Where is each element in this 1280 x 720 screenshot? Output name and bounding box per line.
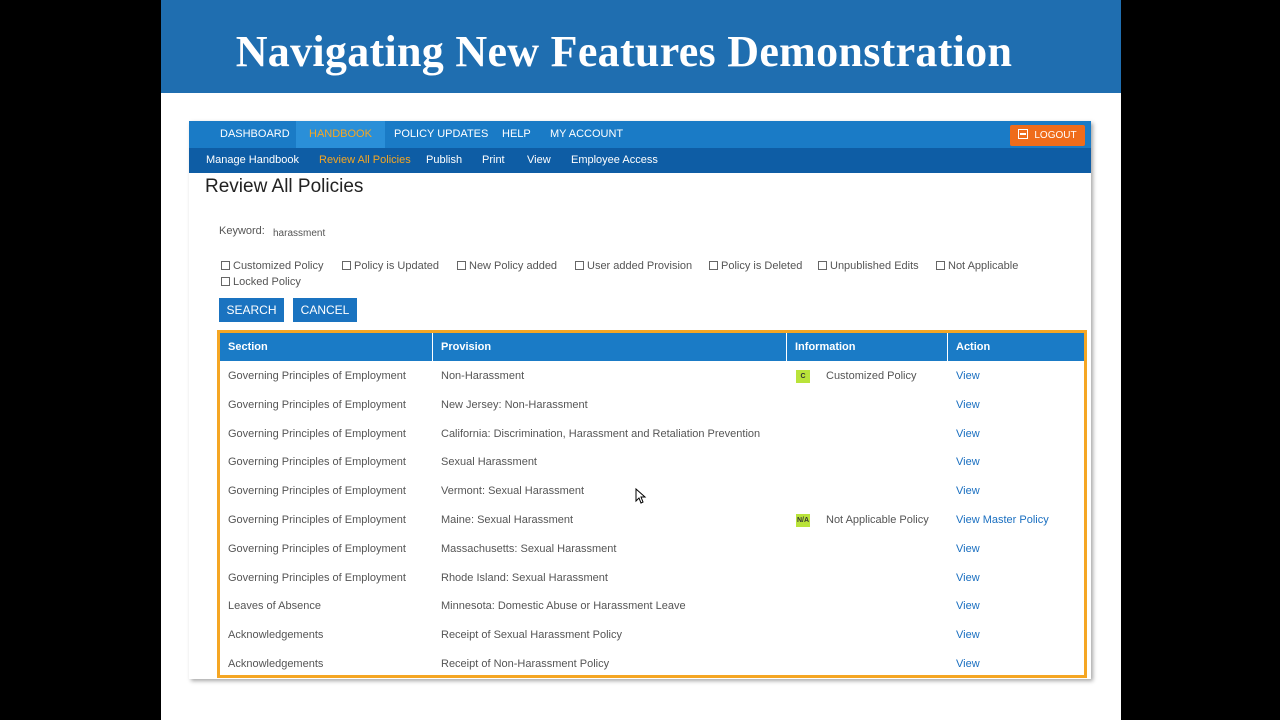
checkbox[interactable] — [709, 261, 718, 270]
table-row: Acknowledgements Receipt of Non-Harassmen… — [220, 650, 1084, 679]
table-row: Governing Principles of Employment Rhode … — [220, 564, 1084, 593]
cell-information: C Customized Policy — [796, 362, 916, 391]
cell-provision: Minnesota: Domestic Abuse or Harassment … — [441, 600, 686, 613]
cell-section: Governing Principles of Employment — [228, 571, 406, 584]
view-master-policy-link[interactable]: View Master Policy — [956, 506, 1049, 535]
checkbox[interactable] — [221, 261, 230, 270]
checkbox[interactable] — [221, 277, 230, 286]
mouse-cursor-icon — [635, 487, 647, 504]
logout-button[interactable]: LOGOUT — [1010, 125, 1085, 146]
cell-provision: Receipt of Sexual Harassment Policy — [441, 629, 622, 642]
table-row: Acknowledgements Receipt of Sexual Harass… — [220, 621, 1084, 650]
table-row: Leaves of Absence Minnesota: Domestic Abu… — [220, 592, 1084, 621]
cell-section: Governing Principles of Employment — [228, 427, 406, 440]
keyword-input[interactable] — [273, 225, 453, 242]
cell-provision: Rhode Island: Sexual Harassment — [441, 571, 608, 584]
checkbox[interactable] — [457, 261, 466, 270]
results-table: Section Provision Information Action Gov… — [217, 330, 1087, 678]
view-link[interactable]: View — [956, 391, 980, 420]
information-text: Not Applicable Policy — [826, 514, 929, 526]
app-window: DASHBOARD HANDBOOK POLICY UPDATES HELP M… — [189, 121, 1091, 679]
column-header-information[interactable]: Information — [787, 333, 948, 361]
table-header: Section Provision Information Action — [220, 333, 1084, 361]
filter-policy-updated[interactable]: Policy is Updated — [342, 260, 439, 272]
table-row: Governing Principles of Employment Massac… — [220, 535, 1084, 564]
filter-new-policy-added[interactable]: New Policy added — [457, 260, 557, 272]
nav-handbook[interactable]: HANDBOOK — [296, 121, 385, 148]
table-row: Governing Principles of Employment Vermon… — [220, 477, 1084, 506]
filter-user-added-provision[interactable]: User added Provision — [575, 260, 692, 272]
view-link[interactable]: View — [956, 535, 980, 564]
view-link[interactable]: View — [956, 420, 980, 449]
filter-customized-policy[interactable]: Customized Policy — [221, 260, 323, 272]
table-row: Governing Principles of Employment Sexual… — [220, 448, 1084, 477]
table-row: Governing Principles of Employment New Je… — [220, 391, 1084, 420]
view-link[interactable]: View — [956, 564, 980, 593]
subnav-review-all-policies[interactable]: Review All Policies — [319, 148, 411, 173]
cell-section: Governing Principles of Employment — [228, 542, 406, 555]
slide: Navigating New Features Demonstration DA… — [161, 0, 1121, 720]
cell-section: Acknowledgements — [228, 629, 324, 642]
subnav-print[interactable]: Print — [482, 148, 505, 173]
cell-section: Leaves of Absence — [228, 600, 321, 613]
cell-section: Governing Principles of Employment — [228, 370, 406, 382]
search-button[interactable]: SEARCH — [219, 298, 284, 322]
cell-provision: California: Discrimination, Harassment a… — [441, 427, 761, 440]
subnav-manage-handbook[interactable]: Manage Handbook — [206, 148, 299, 173]
filter-policy-deleted[interactable]: Policy is Deleted — [709, 260, 802, 272]
column-header-action[interactable]: Action — [948, 333, 1084, 361]
page-title: Review All Policies — [205, 176, 364, 197]
cell-provision: Non-Harassment — [441, 370, 525, 382]
column-header-provision[interactable]: Provision — [433, 333, 787, 361]
cell-provision: New Jersey: Non-Harassment — [441, 398, 588, 411]
cell-provision: Massachusetts: Sexual Harassment — [441, 542, 617, 555]
cell-section: Governing Principles of Employment — [228, 485, 406, 498]
subnav-publish[interactable]: Publish — [426, 148, 462, 173]
view-link[interactable]: View — [956, 477, 980, 506]
logout-label: LOGOUT — [1034, 130, 1077, 141]
cell-provision: Sexual Harassment — [441, 456, 537, 469]
nav-dashboard[interactable]: DASHBOARD — [207, 121, 303, 148]
slide-title: Navigating New Features Demonstration — [235, 27, 1013, 76]
customized-badge: C — [796, 369, 810, 383]
checkbox[interactable] — [575, 261, 584, 270]
cell-section: Acknowledgements — [228, 658, 324, 670]
cell-provision: Vermont: Sexual Harassment — [441, 485, 585, 498]
checkbox[interactable] — [818, 261, 827, 270]
view-link[interactable]: View — [956, 592, 980, 621]
table-row: Governing Principles of Employment Califo… — [220, 420, 1084, 449]
cell-information: N/A Not Applicable Policy — [796, 506, 929, 535]
cancel-button[interactable]: CANCEL — [293, 298, 357, 322]
view-link[interactable]: View — [956, 621, 980, 650]
top-nav: DASHBOARD HANDBOOK POLICY UPDATES HELP M… — [189, 121, 1091, 148]
information-text: Customized Policy — [826, 370, 917, 382]
subnav-view[interactable]: View — [527, 148, 551, 173]
nav-help[interactable]: HELP — [489, 121, 544, 148]
cell-section: Governing Principles of Employment — [228, 514, 406, 526]
table-row: Governing Principles of Employment Maine:… — [220, 506, 1084, 535]
column-header-section[interactable]: Section — [220, 333, 433, 361]
checkbox[interactable] — [342, 261, 351, 270]
filter-not-applicable[interactable]: Not Applicable — [936, 260, 1018, 272]
filter-unpublished-edits[interactable]: Unpublished Edits — [818, 260, 919, 272]
logout-icon — [1018, 129, 1029, 139]
slide-header: Navigating New Features Demonstration — [161, 0, 1121, 93]
cell-section: Governing Principles of Employment — [228, 456, 406, 469]
view-link[interactable]: View — [956, 362, 980, 391]
view-link[interactable]: View — [956, 448, 980, 477]
subnav-employee-access[interactable]: Employee Access — [571, 148, 658, 173]
cell-section: Governing Principles of Employment — [228, 398, 406, 411]
view-link[interactable]: View — [956, 650, 980, 679]
nav-policy-updates[interactable]: POLICY UPDATES — [381, 121, 501, 148]
cell-provision: Receipt of Non-Harassment Policy — [441, 658, 610, 670]
keyword-label: Keyword: — [219, 225, 265, 237]
checkbox[interactable] — [936, 261, 945, 270]
table-row: Governing Principles of Employment Non-Ha… — [220, 362, 1084, 391]
filter-locked-policy[interactable]: Locked Policy — [221, 276, 301, 288]
sub-nav: Manage Handbook Review All Policies Publ… — [189, 148, 1091, 173]
not-applicable-badge: N/A — [796, 513, 810, 527]
nav-my-account[interactable]: MY ACCOUNT — [537, 121, 636, 148]
cell-provision: Maine: Sexual Harassment — [441, 514, 574, 526]
